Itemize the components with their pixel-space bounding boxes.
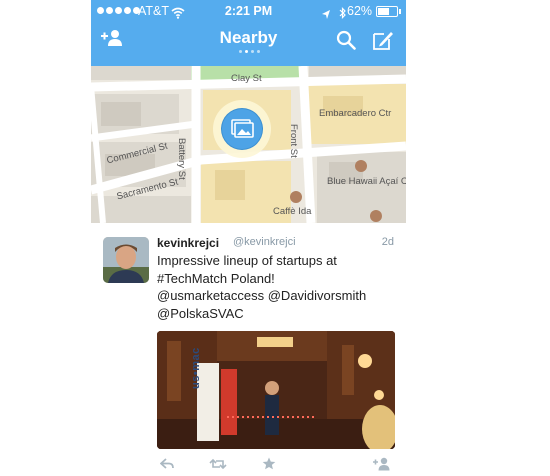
follow-button[interactable] [372, 457, 392, 476]
tweet-text-line[interactable]: @PolskaSVAC [157, 305, 397, 323]
page-title: Nearby [219, 28, 278, 47]
compose-icon [373, 32, 393, 50]
tweet-text-line[interactable]: #TechMatch Poland! [157, 270, 397, 288]
photo-map-pin[interactable] [213, 100, 271, 158]
top-bar: AT&T 2:21 PM 62% Nearby [91, 0, 406, 66]
tweet-text-line[interactable]: @usmarketaccess @Davidivorsmith [157, 287, 397, 305]
star-icon [262, 457, 276, 470]
page-indicator[interactable] [239, 50, 260, 53]
retweet-icon [209, 458, 227, 470]
tweet-timestamp: 2d [381, 236, 394, 248]
street-label: Clay St [231, 73, 262, 84]
page-dot[interactable] [245, 50, 248, 53]
favorite-button[interactable] [262, 457, 276, 475]
retweet-button[interactable] [209, 457, 227, 475]
search-icon [336, 30, 356, 50]
street-label: Battery St [176, 138, 187, 180]
display-name[interactable]: kevinkrejci [157, 236, 219, 250]
reply-button[interactable] [159, 457, 174, 475]
status-bar: AT&T 2:21 PM 62% [91, 0, 406, 22]
nearby-map[interactable]: Clay St Battery St Front St Commercial S… [91, 66, 406, 223]
battery-icon [376, 6, 401, 17]
tweet-card[interactable]: kevinkrejci @kevinkrejci 2d Impressive l… [91, 223, 406, 476]
avatar[interactable] [103, 237, 149, 283]
place-label: Caffè Ida [273, 206, 312, 217]
page-dot[interactable] [239, 50, 242, 53]
tweet-photo[interactable]: us•mac [157, 331, 395, 449]
search-button[interactable] [336, 30, 356, 55]
tweet-text: Impressive lineup of startups at #TechMa… [157, 252, 397, 322]
street-label: Embarcadero Ctr [319, 108, 392, 119]
follow-icon [373, 457, 390, 471]
place-label: Blue Hawaii Açaí Café [327, 176, 406, 187]
page-dot[interactable] [257, 50, 260, 53]
location-arrow-icon [321, 5, 331, 27]
reply-icon [159, 458, 174, 469]
bluetooth-icon [339, 4, 346, 26]
tweet-actions [91, 455, 406, 475]
photo-icon [231, 119, 254, 138]
user-handle[interactable]: @kevinkrejci [233, 236, 296, 248]
photo-banner-text: us•mac [190, 347, 202, 389]
battery-percent: 62% [347, 4, 373, 18]
street-label: Front St [288, 124, 299, 158]
tweet-text-line: Impressive lineup of startups at [157, 253, 337, 268]
page-dot[interactable] [251, 50, 254, 53]
phone-screen: AT&T 2:21 PM 62% Nearby Clay St Battery … [91, 0, 406, 476]
compose-button[interactable] [372, 30, 394, 55]
